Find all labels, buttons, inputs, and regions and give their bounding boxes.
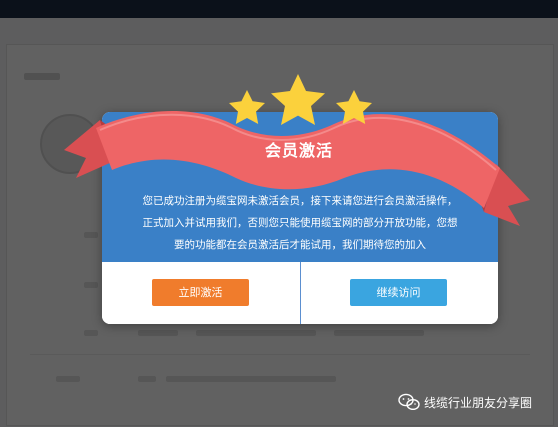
activate-now-button[interactable]: 立即激活 [152, 279, 249, 306]
page: 您已成功注册为缆宝网未激活会员，接下来请您进行会员激活操作， 正式加入并试用我们… [0, 0, 558, 427]
footer-divider [300, 262, 301, 324]
modal-message-line: 正式加入并试用我们，否则您只能使用缆宝网的部分开放功能，您想 [142, 217, 458, 229]
modal-message-line: 要的功能都在会员激活后才能试用，我们期待您的加入 [174, 239, 426, 251]
watermark-text: 线缆行业朋友分享圈 [424, 395, 533, 410]
modal-body: 您已成功注册为缆宝网未激活会员，接下来请您进行会员激活操作， 正式加入并试用我们… [102, 112, 498, 262]
modal-footer: 立即激活 继续访问 [102, 262, 498, 324]
watermark: 线缆行业朋友分享圈 [398, 392, 532, 412]
continue-visit-button[interactable]: 继续访问 [350, 279, 447, 306]
modal-message: 您已成功注册为缆宝网未激活会员，接下来请您进行会员激活操作， 正式加入并试用我们… [102, 190, 498, 256]
wechat-icon [398, 393, 420, 411]
modal-title: 会员激活 [264, 141, 333, 160]
modal-message-line: 您已成功注册为缆宝网未激活会员，接下来请您进行会员激活操作， [142, 195, 458, 207]
